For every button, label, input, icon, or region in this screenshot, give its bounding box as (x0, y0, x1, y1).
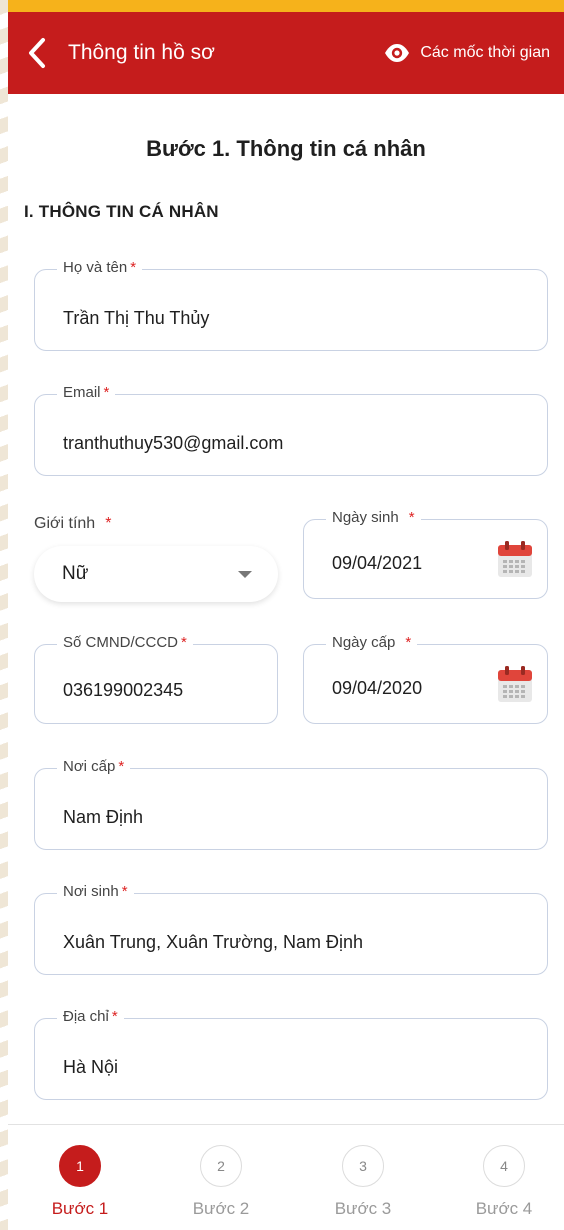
email-label: Email * (57, 384, 116, 401)
birth-date-value: 09/04/2021 (332, 553, 423, 573)
birth-date-label: Ngày sinh * (326, 509, 421, 526)
step-4-circle: 4 (483, 1145, 525, 1187)
birth-place-field[interactable]: Nơi sinh * Xuân Trung, Xuân Trường, Nam Đ… (34, 883, 548, 975)
issue-date-label: Ngày cấp * (326, 634, 418, 651)
step-3-label: Bước 3 (334, 1199, 392, 1218)
birth-place-label: Nơi sinh * (57, 883, 134, 900)
issue-date-value: 09/04/2020 (332, 678, 423, 698)
frame-top-edge (0, 0, 564, 12)
id-number-value: 036199002345 (63, 680, 184, 700)
timeline-label: Các mốc thời gian (420, 44, 550, 61)
step-4-label: Bước 4 (475, 1199, 533, 1218)
step-2-tab[interactable]: 2 Bước 2 (161, 1125, 281, 1219)
step-1-label: Bước 1 (51, 1199, 109, 1218)
calendar-icon[interactable] (497, 665, 533, 703)
email-value: tranthuthuy530@gmail.com (63, 433, 284, 453)
app-screen: Thông tin hồ sơ Các mốc thời gian Bước 1… (8, 12, 564, 1230)
issue-place-label: Nơi cấp * (57, 758, 131, 775)
id-number-label: Số CMND/CCCD * (57, 634, 193, 651)
dropdown-caret-icon (238, 570, 252, 578)
full-name-value: Trần Thị Thu Thủy (63, 308, 210, 328)
step-2-label: Bước 2 (192, 1199, 250, 1218)
eye-icon (385, 44, 410, 62)
issue-place-value: Nam Định (63, 807, 144, 827)
full-name-label: Họ và tên * (57, 259, 143, 276)
section-title: I. THÔNG TIN CÁ NHÂN (24, 202, 219, 221)
step-title: Bước 1. Thông tin cá nhân (146, 136, 426, 161)
back-chevron-icon[interactable] (26, 35, 52, 71)
app-header: Thông tin hồ sơ Các mốc thời gian (8, 12, 564, 94)
address-field[interactable]: Địa chỉ * Hà Nội (34, 1008, 548, 1100)
step-1-circle: 1 (59, 1145, 101, 1187)
step-2-circle: 2 (200, 1145, 242, 1187)
birth-place-value: Xuân Trung, Xuân Trường, Nam Định (63, 932, 364, 952)
gender-value: Nữ (62, 563, 89, 584)
page-title: Thông tin hồ sơ (68, 41, 215, 64)
full-name-field[interactable]: Họ và tên * Trần Thị Thu Thủy (34, 259, 548, 351)
calendar-icon[interactable] (497, 540, 533, 578)
address-label: Địa chỉ * (57, 1008, 124, 1025)
gender-label: Giới tính * (34, 515, 112, 532)
step-navigation: 1 Bước 1 2 Bước 2 3 Bước 3 4 Bước 4 (8, 1124, 564, 1230)
id-number-field[interactable]: Số CMND/CCCD * 036199002345 (34, 634, 278, 724)
gender-dropdown[interactable]: Nữ (34, 546, 278, 602)
frame-left-edge (0, 0, 8, 1230)
step-3-circle: 3 (342, 1145, 384, 1187)
address-value: Hà Nội (63, 1057, 119, 1077)
timeline-button[interactable]: Các mốc thời gian (384, 43, 550, 63)
step-3-tab[interactable]: 3 Bước 3 (303, 1125, 423, 1219)
step-4-tab[interactable]: 4 Bước 4 (444, 1125, 564, 1219)
birth-date-field[interactable]: Ngày sinh * 09/04/2021 (303, 509, 548, 599)
issue-place-field[interactable]: Nơi cấp * Nam Định (34, 758, 548, 850)
issue-date-field[interactable]: Ngày cấp * 09/04/2020 (303, 634, 548, 724)
email-field[interactable]: Email * tranthuthuy530@gmail.com (34, 384, 548, 476)
step-1-tab[interactable]: 1 Bước 1 (20, 1125, 140, 1219)
